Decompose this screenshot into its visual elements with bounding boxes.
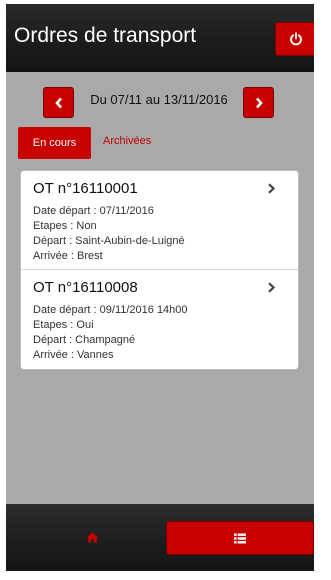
page-title: Ordres de transport bbox=[14, 24, 197, 47]
list-button[interactable] bbox=[166, 521, 314, 555]
home-button[interactable] bbox=[82, 529, 102, 545]
order-number: OT n°16110008 bbox=[33, 279, 138, 296]
order-arrivee: Arrivée : Brest bbox=[33, 250, 103, 262]
chevron-left-icon bbox=[54, 97, 62, 108]
chevron-right-icon bbox=[268, 282, 276, 293]
order-date: Date départ : 09/11/2016 14h00 bbox=[33, 304, 188, 316]
home-icon bbox=[86, 532, 98, 542]
power-icon bbox=[289, 32, 302, 46]
order-date: Date départ : 07/11/2016 bbox=[33, 205, 154, 217]
list-item[interactable]: OT n°16110008 Date départ : 09/11/2016 1… bbox=[21, 269, 298, 369]
order-etapes: Etapes : Non bbox=[33, 220, 97, 232]
order-depart: Départ : Saint-Aubin-de-Luigné bbox=[33, 235, 185, 247]
app-screen: Ordres de transport Du 07/11 au 13/11/20… bbox=[6, 4, 314, 571]
chevron-right-icon bbox=[255, 97, 263, 108]
chevron-right-icon bbox=[268, 183, 276, 194]
order-depart: Départ : Champagné bbox=[33, 334, 136, 346]
order-etapes: Etapes : Oui bbox=[33, 319, 94, 331]
list-icon bbox=[234, 533, 246, 543]
previous-week-button[interactable] bbox=[43, 87, 74, 118]
order-number: OT n°16110001 bbox=[33, 180, 138, 197]
logout-button[interactable] bbox=[275, 22, 314, 56]
tab-archivees[interactable]: Archivées bbox=[103, 135, 151, 147]
order-arrivee: Arrivée : Vannes bbox=[33, 349, 114, 361]
header-bar: Ordres de transport bbox=[6, 4, 314, 72]
footer-bar bbox=[6, 504, 314, 571]
next-week-button[interactable] bbox=[243, 87, 274, 118]
order-list: OT n°16110001 Date départ : 07/11/2016 E… bbox=[20, 170, 299, 370]
date-navigation: Du 07/11 au 13/11/2016 bbox=[6, 87, 314, 119]
list-item[interactable]: OT n°16110001 Date départ : 07/11/2016 E… bbox=[21, 171, 298, 269]
tab-en-cours[interactable]: En cours bbox=[18, 127, 91, 159]
date-range-label: Du 07/11 au 13/11/2016 bbox=[90, 92, 228, 107]
